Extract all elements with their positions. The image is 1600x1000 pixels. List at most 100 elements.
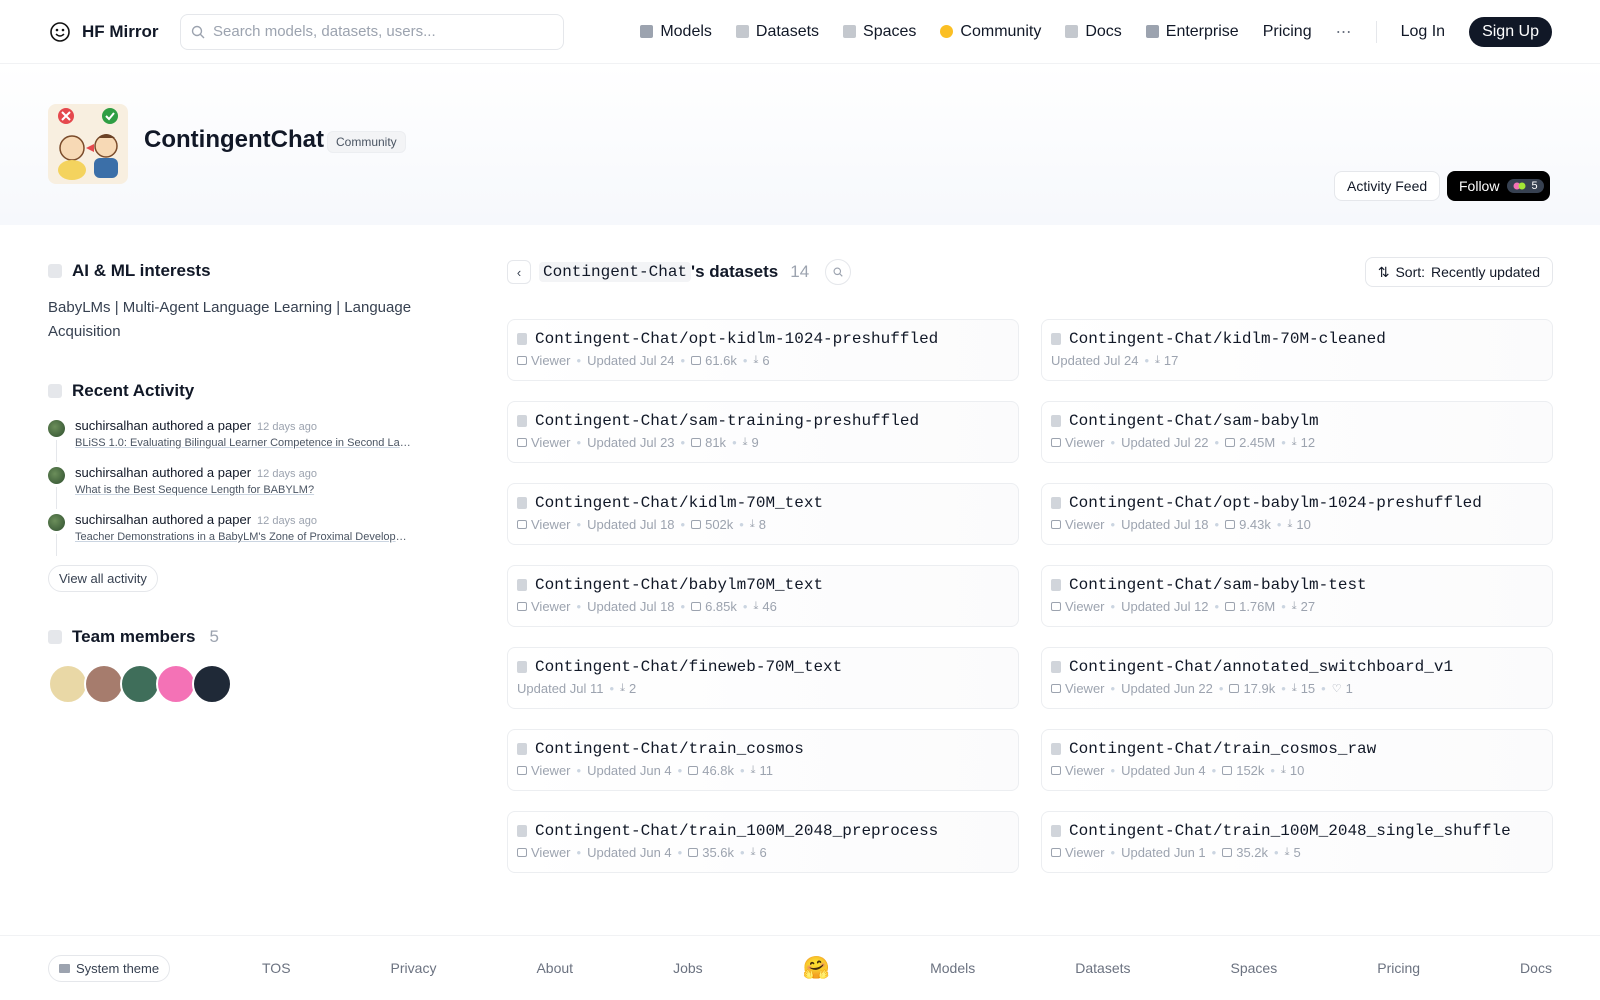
meta-updated: Updated Jul 24 — [587, 353, 674, 368]
back-button[interactable]: ‹ — [507, 260, 531, 284]
separator-dot: • — [1281, 681, 1286, 696]
footer-link-jobs[interactable]: Jobs — [673, 960, 703, 976]
view-all-activity-button[interactable]: View all activity — [48, 565, 158, 592]
activity-list: suchirsalhan authored a paper 12 days ago B… — [48, 418, 420, 559]
rows-icon — [691, 356, 702, 365]
separator-dot: • — [1274, 845, 1279, 860]
meta-value: 8 — [758, 517, 766, 532]
dataset-card[interactable]: Contingent-Chat/train_100M_2048_single_s… — [1041, 811, 1553, 873]
footer-link-models[interactable]: Models — [930, 960, 975, 976]
dataset-card[interactable]: Contingent-Chat/fineweb-70M_text Updated … — [507, 647, 1019, 709]
meta-value: Viewer — [531, 763, 571, 778]
meta-updated: Updated Jul 22 — [1121, 435, 1208, 450]
user-avatar[interactable] — [48, 514, 65, 531]
table-icon — [1051, 684, 1061, 693]
dataset-name: Contingent-Chat/kidlm-70M-cleaned — [1069, 330, 1386, 348]
nav-community[interactable]: Community — [940, 23, 1041, 41]
footer-link-datasets[interactable]: Datasets — [1075, 960, 1130, 976]
separator-dot: • — [740, 763, 745, 778]
activity-user[interactable]: suchirsalhan — [75, 465, 148, 480]
dataset-card[interactable]: Contingent-Chat/train_cosmos_raw Viewer • U… — [1041, 729, 1553, 791]
meta-value: 35.6k — [702, 845, 735, 860]
separator-dot: • — [732, 435, 737, 450]
nav-enterprise[interactable]: Enterprise — [1145, 23, 1239, 41]
footer-link-privacy[interactable]: Privacy — [391, 960, 437, 976]
dataset-card[interactable]: Contingent-Chat/babylm70M_text Viewer • Upd… — [507, 565, 1019, 627]
team-member-avatar[interactable] — [84, 664, 124, 704]
activity-user[interactable]: suchirsalhan — [75, 418, 148, 433]
dataset-card[interactable]: Contingent-Chat/kidlm-70M-cleaned Updated… — [1041, 319, 1553, 381]
dataset-card[interactable]: Contingent-Chat/sam-babylm-test Viewer • Up… — [1041, 565, 1553, 627]
global-search[interactable] — [180, 13, 564, 50]
meta-viewer: Viewer — [1051, 681, 1105, 696]
owner-name: Contingent-Chat — [539, 262, 692, 282]
dataset-card[interactable]: Contingent-Chat/sam-training-preshuffled… — [507, 401, 1019, 463]
follow-button[interactable]: Follow 5 — [1447, 171, 1550, 201]
dataset-name: Contingent-Chat/kidlm-70M_text — [535, 494, 824, 512]
table-icon — [517, 438, 527, 447]
paper-link[interactable]: What is the Best Sequence Length for BAB… — [75, 484, 411, 496]
footer-link-tos[interactable]: TOS — [262, 960, 291, 976]
dataset-card[interactable]: Contingent-Chat/opt-babylm-1024-preshuff… — [1041, 483, 1553, 545]
footer-link-about[interactable]: About — [536, 960, 573, 976]
dataset-icon — [517, 743, 527, 755]
dataset-card[interactable]: Contingent-Chat/opt-kidlm-1024-preshuffl… — [507, 319, 1019, 381]
table-icon — [1051, 766, 1061, 775]
meta-value: Viewer — [1065, 845, 1105, 860]
search-input[interactable] — [213, 23, 543, 40]
theme-toggle-button[interactable]: System theme — [48, 954, 171, 982]
meta-updated: Updated Jun 4 — [1121, 763, 1206, 778]
activity-feed-button[interactable]: Activity Feed — [1334, 171, 1441, 201]
dataset-meta: Viewer • Updated Jul 24 • 61.6k • ⤓ 6 — [517, 353, 1009, 368]
paper-link[interactable]: BLiSS 1.0: Evaluating Bilingual Learner … — [75, 437, 411, 449]
dataset-card[interactable]: Contingent-Chat/sam-babylm Viewer • Updated… — [1041, 401, 1553, 463]
sort-arrows-icon: ⇅ — [1377, 263, 1390, 280]
separator-dot: • — [576, 517, 582, 532]
activity-header: suchirsalhan authored a paper 12 days ago — [75, 465, 420, 480]
user-avatar[interactable] — [48, 420, 65, 437]
team-member-avatar[interactable] — [156, 664, 196, 704]
database-icon — [735, 25, 749, 38]
hf-emoji-logo-icon[interactable]: 🤗 — [803, 955, 830, 981]
dataset-card[interactable]: Contingent-Chat/train_100M_2048_preproce… — [507, 811, 1019, 873]
paper-link[interactable]: Teacher Demonstrations in a BabyLM's Zon… — [75, 531, 411, 543]
meta-value: Updated Jul 22 — [1121, 435, 1209, 450]
brand-link[interactable]: HF Mirror — [48, 20, 180, 44]
nav-datasets[interactable]: Datasets — [735, 22, 820, 41]
more-menu-icon[interactable]: ⋯ — [1336, 22, 1352, 42]
meta-rows: 2.45M — [1225, 435, 1275, 450]
signup-button[interactable]: Sign Up — [1469, 16, 1552, 47]
dataset-card[interactable]: Contingent-Chat/train_cosmos Viewer • Updat… — [507, 729, 1019, 791]
meta-value: Viewer — [1065, 599, 1105, 614]
download-icon: ⤓ — [620, 682, 625, 694]
dataset-icon — [517, 333, 527, 345]
activity-user[interactable]: suchirsalhan — [75, 512, 148, 527]
activity-action: authored a paper — [152, 465, 252, 480]
search-datasets-button[interactable] — [825, 259, 852, 285]
footer-link-spaces[interactable]: Spaces — [1231, 960, 1278, 976]
team-members-heading: Team members 5 — [48, 624, 420, 650]
nav-label: Datasets — [755, 22, 820, 40]
dataset-card[interactable]: Contingent-Chat/kidlm-70M_text Viewer • Upd… — [507, 483, 1019, 545]
nav-spaces[interactable]: Spaces — [843, 23, 916, 41]
team-member-avatar[interactable] — [48, 664, 88, 704]
team-member-avatar[interactable] — [120, 664, 160, 704]
user-avatar[interactable] — [48, 467, 65, 484]
footer-link-pricing[interactable]: Pricing — [1377, 960, 1420, 976]
footer-link-docs[interactable]: Docs — [1520, 960, 1552, 976]
dataset-card[interactable]: Contingent-Chat/annotated_switchboard_v1… — [1041, 647, 1553, 709]
dataset-title: Contingent-Chat/train_100M_2048_single_s… — [1051, 822, 1543, 840]
nav-pricing[interactable]: Pricing — [1263, 23, 1312, 41]
nav-models[interactable]: Models — [640, 23, 712, 41]
sort-dropdown[interactable]: ⇅ Sort: Recently updated — [1364, 257, 1553, 287]
meta-viewer: Viewer — [517, 435, 571, 450]
dataset-name: Contingent-Chat/train_100M_2048_single_s… — [1069, 822, 1511, 840]
meta-value: Viewer — [531, 435, 571, 450]
book-icon — [1065, 25, 1079, 38]
team-member-avatar[interactable] — [192, 664, 232, 704]
meta-downloads: ⤓ 27 — [1292, 599, 1315, 614]
dataset-title: Contingent-Chat/kidlm-70M-cleaned — [1051, 330, 1543, 348]
nav-docs[interactable]: Docs — [1065, 23, 1122, 41]
login-link[interactable]: Log In — [1401, 23, 1445, 41]
dataset-icon — [1051, 661, 1061, 673]
